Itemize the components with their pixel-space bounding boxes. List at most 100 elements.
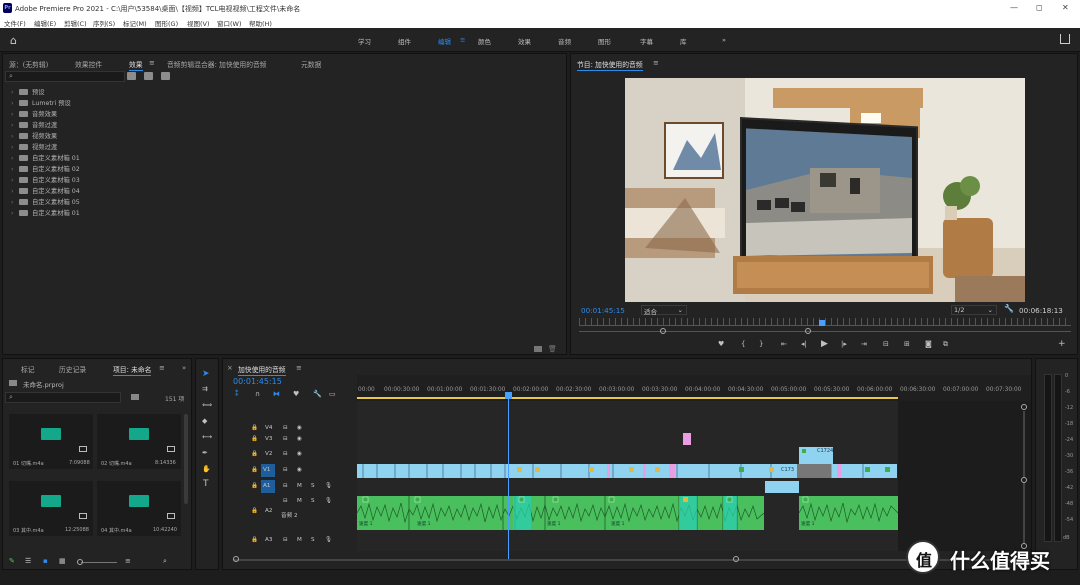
type-tool-icon[interactable]: T bbox=[203, 479, 209, 489]
zoom-slider-handle[interactable] bbox=[77, 559, 83, 565]
eye-icon[interactable]: ◉ bbox=[297, 451, 302, 457]
effects-folder-video-effects[interactable]: › 视频效果 bbox=[11, 131, 57, 140]
maximize-icon[interactable]: ◻ bbox=[1036, 3, 1043, 12]
video-scroll-handle[interactable] bbox=[1021, 404, 1027, 410]
add-marker-icon[interactable]: ♥ bbox=[293, 390, 299, 398]
extract-icon[interactable]: ⊞ bbox=[904, 340, 910, 348]
menu-file[interactable]: 文件(F) bbox=[4, 18, 26, 28]
zoom-slider[interactable] bbox=[81, 562, 117, 563]
sync-icon[interactable]: ⊟ bbox=[283, 467, 288, 473]
lock-icon[interactable]: 🔒 bbox=[251, 467, 258, 473]
program-monitor-title[interactable]: 节目: 加快使用的音频 bbox=[577, 59, 643, 71]
effects-folder-custom-02[interactable]: › 自定义素材箱 02 bbox=[11, 164, 80, 173]
hand-tool-icon[interactable]: ✋ bbox=[202, 465, 211, 473]
timeline-settings-icon[interactable]: 🔧 bbox=[313, 390, 322, 398]
find-icon[interactable]: ⌕ bbox=[163, 557, 167, 566]
a2-audio-clip-end[interactable]: 速度 1 bbox=[798, 496, 899, 530]
effects-folder-custom-05[interactable]: › 自定义素材箱 05 bbox=[11, 197, 80, 206]
sync-icon[interactable]: ⊟ bbox=[283, 451, 288, 457]
step-back-icon[interactable]: ◂| bbox=[801, 340, 807, 348]
video-scrollbar[interactable] bbox=[1023, 411, 1025, 477]
effects-folder-custom-01[interactable]: › 自定义素材箱 01 bbox=[11, 153, 80, 162]
tab-effects-menu-icon[interactable]: ≡ bbox=[149, 59, 155, 67]
more-workspaces-icon[interactable]: » bbox=[722, 36, 726, 44]
accelerated-effects-icon[interactable] bbox=[127, 72, 136, 80]
tab-history[interactable]: 历史记录 bbox=[59, 364, 86, 374]
go-to-out-icon[interactable]: ⇥ bbox=[861, 340, 867, 348]
workspace-effects[interactable]: 效果 bbox=[518, 36, 531, 46]
solo-button[interactable]: S bbox=[311, 483, 315, 489]
menu-sequence[interactable]: 序列(S) bbox=[93, 18, 115, 28]
project-item[interactable]: 01 切嘴.m4a 7:09088 bbox=[9, 414, 93, 469]
sync-icon[interactable]: ⊟ bbox=[283, 483, 288, 489]
pencil-icon[interactable]: ✎ bbox=[9, 557, 15, 565]
effects-folder-presets[interactable]: › 预设 bbox=[11, 87, 45, 96]
track-select-tool-icon[interactable]: ⇉ bbox=[202, 385, 208, 393]
captions-icon[interactable]: ▭ bbox=[329, 390, 336, 398]
solo-button[interactable]: S bbox=[311, 537, 315, 543]
button-editor-plus-icon[interactable]: + bbox=[1058, 339, 1066, 349]
mark-in-icon[interactable]: { bbox=[741, 340, 745, 348]
v2-graphic-clip[interactable] bbox=[683, 433, 691, 445]
timeline-horizontal-scrollbar[interactable] bbox=[233, 559, 1023, 561]
a2-audio-clips[interactable]: 速度 1 速度 1 速度 1 速度 1 bbox=[356, 496, 765, 530]
zoom-handle-right[interactable] bbox=[805, 328, 811, 334]
monitor-playhead[interactable] bbox=[819, 320, 825, 326]
effects-folder-audio-effects[interactable]: › 音频效果 bbox=[11, 109, 57, 118]
project-item[interactable]: 02 切嘴.m4a 8:14336 bbox=[97, 414, 181, 469]
mute-button[interactable]: M bbox=[297, 483, 302, 489]
effects-folder-custom-03[interactable]: › 自定义素材箱 03 bbox=[11, 175, 80, 184]
delete-icon[interactable]: 🗑 bbox=[548, 345, 557, 353]
track-header-v3[interactable]: 🔒 V3 ⊟ ◉ bbox=[251, 434, 356, 446]
tab-overflow-icon[interactable]: » bbox=[182, 364, 186, 372]
timeline-playhead-handle[interactable] bbox=[505, 392, 512, 399]
zoom-bar[interactable] bbox=[579, 331, 1071, 332]
mute-button[interactable]: M bbox=[297, 537, 302, 543]
sync-icon[interactable]: ⊟ bbox=[283, 436, 288, 442]
program-timecode[interactable]: 00:01:45:15 bbox=[581, 306, 625, 315]
effects-folder-custom-04[interactable]: › 自定义素材箱 04 bbox=[11, 186, 80, 195]
timeline-title[interactable]: 加快使用的音频 bbox=[238, 364, 286, 376]
lock-icon[interactable]: 🔒 bbox=[251, 508, 258, 514]
sync-icon[interactable]: ⊟ bbox=[283, 425, 288, 431]
comparison-view-icon[interactable]: ⧉ bbox=[943, 340, 948, 349]
audio-scrollbar[interactable] bbox=[1023, 483, 1025, 543]
minimize-icon[interactable]: — bbox=[1010, 3, 1018, 12]
tab-markers[interactable]: 标记 bbox=[21, 364, 35, 374]
lock-icon[interactable]: 🔒 bbox=[251, 537, 258, 543]
workspace-editing[interactable]: 编辑 bbox=[438, 36, 451, 46]
resolution-dropdown[interactable]: 1/2 ⌄ bbox=[951, 305, 997, 315]
program-menu-icon[interactable]: ≡ bbox=[653, 59, 659, 67]
eye-icon[interactable]: ◉ bbox=[297, 425, 302, 431]
mic-icon[interactable]: 🎙 bbox=[325, 483, 332, 489]
workspace-captions[interactable]: 字幕 bbox=[640, 36, 653, 46]
icon-view-icon[interactable]: ▪ bbox=[43, 557, 48, 565]
work-area-bar[interactable] bbox=[357, 397, 898, 399]
tab-metadata[interactable]: 元数据 bbox=[301, 59, 321, 69]
play-icon[interactable]: ▶ bbox=[821, 339, 828, 349]
tab-effects[interactable]: 效果 bbox=[129, 59, 143, 71]
sort-icon[interactable]: ≡ bbox=[125, 557, 131, 565]
menu-help[interactable]: 帮助(H) bbox=[249, 18, 272, 28]
v2-video-clip[interactable]: C1724 bbox=[799, 447, 833, 464]
add-marker-icon[interactable]: ♥ bbox=[718, 340, 724, 348]
timeline-menu-icon[interactable]: ≡ bbox=[296, 364, 302, 372]
workspace-color[interactable]: 颜色 bbox=[478, 36, 491, 46]
lock-icon[interactable]: 🔒 bbox=[251, 451, 258, 457]
share-icon[interactable] bbox=[1060, 34, 1070, 44]
workspace-audio[interactable]: 音频 bbox=[558, 36, 571, 46]
menu-clip[interactable]: 剪辑(C) bbox=[64, 18, 87, 28]
lift-icon[interactable]: ⊟ bbox=[883, 340, 889, 348]
project-search-input[interactable]: ⌕ bbox=[5, 392, 121, 403]
lock-icon[interactable]: 🔒 bbox=[251, 483, 258, 489]
ripple-edit-tool-icon[interactable]: ⟺ bbox=[202, 401, 212, 409]
close-icon[interactable]: ✕ bbox=[1062, 3, 1069, 12]
tab-project-menu-icon[interactable]: ≡ bbox=[159, 364, 165, 372]
sync-icon[interactable]: ⊟ bbox=[283, 498, 288, 504]
timeline-timecode[interactable]: 00:01:45:15 bbox=[233, 377, 282, 386]
tab-effect-controls[interactable]: 效果控件 bbox=[75, 59, 102, 69]
effects-folder-video-transitions[interactable]: › 视频过渡 bbox=[11, 142, 57, 151]
go-to-in-icon[interactable]: ⇤ bbox=[781, 340, 787, 348]
track-header-v2[interactable]: 🔒 V2 ⊟ ◉ bbox=[251, 449, 356, 461]
pen-tool-icon[interactable]: ✒ bbox=[202, 449, 208, 457]
